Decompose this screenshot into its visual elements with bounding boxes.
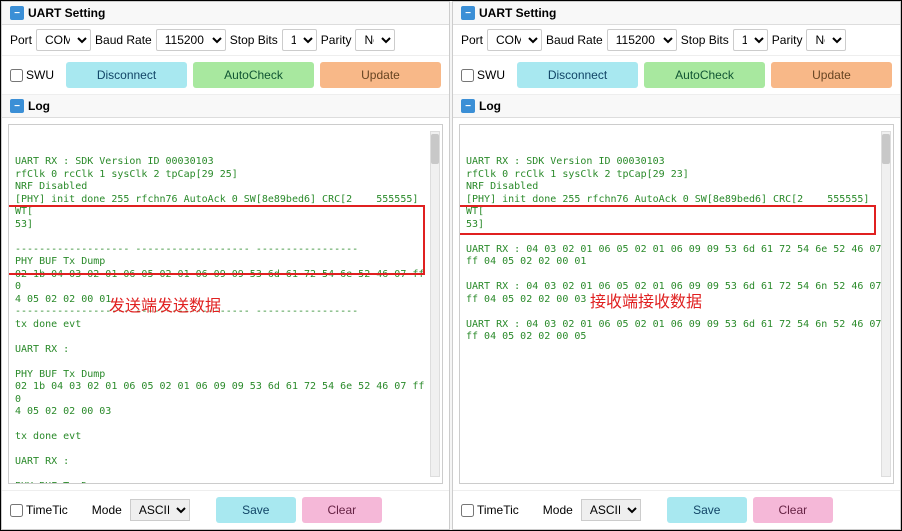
- collapse-icon[interactable]: −: [10, 99, 24, 113]
- log-area: UART RX : SDK Version ID 00030103 rfClk …: [453, 118, 900, 490]
- stopbits-select[interactable]: 1: [282, 29, 317, 51]
- update-button[interactable]: Update: [320, 62, 441, 88]
- save-button[interactable]: Save: [667, 497, 747, 523]
- log-text: UART RX : SDK Version ID 00030103 rfClk …: [15, 156, 430, 484]
- disconnect-button[interactable]: Disconnect: [517, 62, 638, 88]
- mode-label: Mode: [92, 503, 122, 517]
- log-area: UART RX : SDK Version ID 00030103 rfClk …: [2, 118, 449, 490]
- collapse-icon[interactable]: −: [461, 6, 475, 20]
- parity-select[interactable]: No: [806, 29, 846, 51]
- disconnect-button[interactable]: Disconnect: [66, 62, 187, 88]
- clear-button[interactable]: Clear: [302, 497, 382, 523]
- uart-setting-header[interactable]: − UART Setting: [453, 2, 900, 25]
- uart-config-row: Port COM8 Baud Rate 115200 Stop Bits 1 P…: [2, 25, 449, 56]
- scrollbar[interactable]: [881, 131, 891, 477]
- left-panel: − UART Setting Port COM8 Baud Rate 11520…: [1, 1, 450, 530]
- log-output[interactable]: UART RX : SDK Version ID 00030103 rfClk …: [8, 124, 443, 484]
- port-select[interactable]: COM7: [487, 29, 542, 51]
- clear-button[interactable]: Clear: [753, 497, 833, 523]
- bottom-controls: TimeTic Mode ASCII Save Clear: [453, 490, 900, 529]
- parity-label: Parity: [772, 33, 803, 47]
- baud-select[interactable]: 115200: [156, 29, 226, 51]
- update-button[interactable]: Update: [771, 62, 892, 88]
- log-label: Log: [479, 99, 501, 113]
- baud-label: Baud Rate: [95, 33, 152, 47]
- log-label: Log: [28, 99, 50, 113]
- timetic-label: TimeTic: [477, 503, 519, 517]
- uart-config-row: Port COM7 Baud Rate 115200 Stop Bits 1 P…: [453, 25, 900, 56]
- highlight-annotation: [459, 205, 876, 235]
- autocheck-button[interactable]: AutoCheck: [193, 62, 314, 88]
- header-label: UART Setting: [28, 6, 105, 20]
- bottom-controls: TimeTic Mode ASCII Save Clear: [2, 490, 449, 529]
- parity-label: Parity: [321, 33, 352, 47]
- swu-label: SWU: [477, 68, 505, 82]
- timetic-checkbox[interactable]: [461, 504, 474, 517]
- stopbits-select[interactable]: 1: [733, 29, 768, 51]
- receive-annotation-text: 接收端接收数据: [590, 293, 702, 313]
- timetic-label: TimeTic: [26, 503, 68, 517]
- scrollbar-thumb[interactable]: [431, 134, 439, 164]
- port-select[interactable]: COM8: [36, 29, 91, 51]
- save-button[interactable]: Save: [216, 497, 296, 523]
- stop-label: Stop Bits: [230, 33, 278, 47]
- log-output[interactable]: UART RX : SDK Version ID 00030103 rfClk …: [459, 124, 894, 484]
- collapse-icon[interactable]: −: [461, 99, 475, 113]
- collapse-icon[interactable]: −: [10, 6, 24, 20]
- baud-select[interactable]: 115200: [607, 29, 677, 51]
- timetic-checkbox[interactable]: [10, 504, 23, 517]
- header-label: UART Setting: [479, 6, 556, 20]
- autocheck-button[interactable]: AutoCheck: [644, 62, 765, 88]
- right-panel: − UART Setting Port COM7 Baud Rate 11520…: [452, 1, 901, 530]
- scrollbar-thumb[interactable]: [882, 134, 890, 164]
- port-label: Port: [461, 33, 483, 47]
- stop-label: Stop Bits: [681, 33, 729, 47]
- swu-label: SWU: [26, 68, 54, 82]
- log-text: UART RX : SDK Version ID 00030103 rfClk …: [466, 156, 881, 342]
- action-row: SWU Disconnect AutoCheck Update: [2, 56, 449, 95]
- log-header[interactable]: − Log: [453, 95, 900, 118]
- baud-label: Baud Rate: [546, 33, 603, 47]
- uart-setting-header[interactable]: − UART Setting: [2, 2, 449, 25]
- mode-select[interactable]: ASCII: [581, 499, 641, 521]
- parity-select[interactable]: No: [355, 29, 395, 51]
- log-header[interactable]: − Log: [2, 95, 449, 118]
- port-label: Port: [10, 33, 32, 47]
- mode-label: Mode: [543, 503, 573, 517]
- scrollbar[interactable]: [430, 131, 440, 477]
- mode-select[interactable]: ASCII: [130, 499, 190, 521]
- swu-checkbox[interactable]: [10, 69, 23, 82]
- action-row: SWU Disconnect AutoCheck Update: [453, 56, 900, 95]
- swu-checkbox[interactable]: [461, 69, 474, 82]
